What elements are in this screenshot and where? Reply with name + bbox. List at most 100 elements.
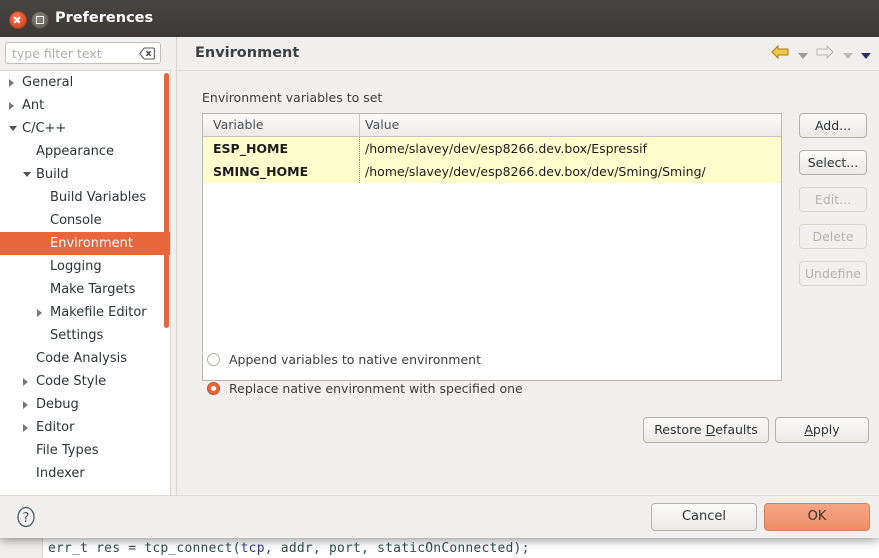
sidebar-item-code-analysis[interactable]: Code Analysis [0,347,170,370]
preferences-dialog: Preferences General Ant C/C++ Appearance Bui… [0,0,879,538]
navigation-toolbar [766,44,871,66]
section-label: Environment variables to set [202,90,383,105]
column-header-variable[interactable]: Variable [213,114,264,136]
sidebar-item-file-types[interactable]: File Types [0,439,170,462]
sidebar-item-label: Editor [36,420,75,435]
sidebar-item-editor[interactable]: Editor [0,416,170,439]
cell-value: /home/slavey/dev/esp8266.dev.box/Espress… [365,141,647,156]
close-icon[interactable] [9,11,27,29]
chevron-right-icon[interactable] [9,79,14,87]
apply-post: pply [812,422,840,437]
sidebar-item-environment[interactable]: Environment [0,232,170,255]
chevron-right-icon[interactable] [23,401,28,409]
sidebar-item-label: Makefile Editor [50,305,147,320]
sidebar-item-label: Debug [36,397,79,412]
restore-defaults-post: efaults [715,422,758,437]
sidebar-item-general[interactable]: General [0,71,170,94]
sidebar-item-label: Build [36,167,69,182]
view-menu-chevron-down-icon[interactable] [861,49,871,59]
filter-box [5,42,161,64]
sidebar-item-label: Logging [50,259,102,274]
apply-mnemonic: A [804,422,813,437]
chevron-right-icon[interactable] [37,309,42,317]
sidebar-panel: General Ant C/C++ Appearance Build Build Vari… [0,37,176,528]
column-header-value[interactable]: Value [365,114,399,136]
radio-label: Append variables to native environment [229,352,482,367]
sidebar-item-appearance[interactable]: Appearance [0,140,170,163]
sidebar-item-label: Settings [50,328,104,343]
chevron-right-icon[interactable] [9,102,14,110]
svg-text:?: ? [23,511,30,526]
help-icon[interactable]: ? [14,505,38,529]
forward-dropdown-chevron-down-icon [843,49,854,59]
sidebar-item-build[interactable]: Build [0,163,170,186]
restore-defaults-button[interactable]: Restore Defaults [643,417,769,443]
preferences-tree[interactable]: General Ant C/C++ Appearance Build Build Vari… [0,70,171,528]
sidebar-item-label: Environment [50,236,134,251]
sidebar-item-indexer[interactable]: Indexer [0,462,170,485]
cell-variable: ESP_HOME [213,141,289,156]
dialog-footer: ? Cancel OK [0,495,879,538]
radio-button-indicator[interactable] [207,382,220,395]
maximize-icon[interactable] [31,11,49,29]
sidebar-item-settings[interactable]: Settings [0,324,170,347]
cell-variable: SMING_HOME [213,164,309,179]
tree-vertical-scrollbar[interactable] [164,73,169,328]
cell-divider [359,160,361,183]
radio-button-indicator[interactable] [207,353,220,366]
table-header-row: Variable Value [203,114,781,137]
edit-button: Edit... [799,187,867,212]
search-input[interactable] [12,43,130,63]
table-row[interactable]: SMING_HOME/home/slavey/dev/esp8266.dev.b… [203,160,781,183]
cell-value: /home/slavey/dev/esp8266.dev.box/dev/Smi… [365,164,706,179]
editor-code-line: err_t res = tcp_connect(tcp, addr, port,… [48,541,530,556]
sidebar-item-c-c[interactable]: C/C++ [0,117,170,140]
sidebar-item-label: File Types [36,443,99,458]
chevron-right-icon[interactable] [23,424,28,432]
back-dropdown-chevron-down-icon[interactable] [797,49,808,59]
sidebar-item-label: Indexer [36,466,85,481]
environment-variables-table[interactable]: Variable Value ESP_HOME/home/slavey/dev/… [202,113,782,381]
add-button[interactable]: Add... [799,113,867,138]
code-text-keyword: tcp [240,541,265,556]
sidebar-item-code-style[interactable]: Code Style [0,370,170,393]
cancel-button[interactable]: Cancel [651,503,757,531]
sidebar-item-ant[interactable]: Ant [0,94,170,117]
code-text-post: , addr, port, staticOnConnected); [264,541,530,556]
titlebar: Preferences [0,0,879,38]
column-separator[interactable] [359,114,360,136]
clear-icon[interactable] [139,47,155,60]
sidebar-item-label: General [22,75,74,90]
page-title: Environment [195,45,300,61]
chevron-down-icon[interactable] [23,172,31,177]
sidebar-item-label: Code Style [36,374,107,389]
sidebar-item-build-variables[interactable]: Build Variables [0,186,170,209]
restore-defaults-mnemonic: D [705,422,716,437]
content-panel: Environment Environment variables to set… [176,37,879,495]
sidebar-item-console[interactable]: Console [0,209,170,232]
chevron-right-icon[interactable] [23,378,28,386]
sidebar-item-debug[interactable]: Debug [0,393,170,416]
sidebar-item-label: Appearance [36,144,115,159]
sidebar-item-logging[interactable]: Logging [0,255,170,278]
cell-divider [359,137,361,160]
delete-button: Delete [799,224,867,249]
radio-label: Replace native environment with specifie… [229,381,523,396]
back-arrow-icon[interactable] [770,44,790,63]
window-title: Preferences [55,10,154,26]
chevron-down-icon[interactable] [9,126,17,131]
sidebar-item-label: C/C++ [22,121,67,136]
sidebar-item-label: Code Analysis [36,351,127,366]
select-button[interactable]: Select... [799,150,867,175]
restore-defaults-pre: Restore [654,422,706,437]
apply-button[interactable]: Apply [775,417,869,443]
undefine-button: Undefine [799,261,867,286]
ok-button[interactable]: OK [764,503,870,531]
sidebar-item-label: Console [50,213,102,228]
sidebar-item-makefile-editor[interactable]: Makefile Editor [0,301,170,324]
sidebar-item-make-targets[interactable]: Make Targets [0,278,170,301]
code-text-pre: err_t res = tcp_connect( [48,541,241,556]
table-row[interactable]: ESP_HOME/home/slavey/dev/esp8266.dev.box… [203,137,781,160]
sidebar-item-label: Ant [22,98,45,113]
forward-arrow-icon [815,44,835,63]
